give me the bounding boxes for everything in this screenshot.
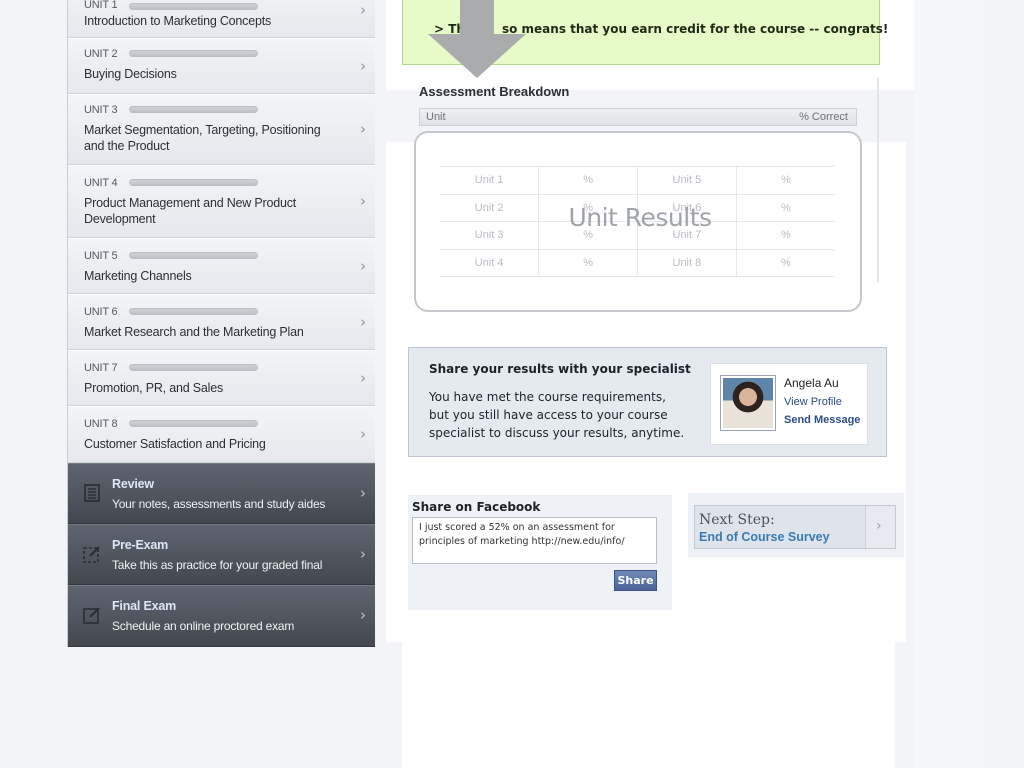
table-cell: % (538, 166, 638, 195)
chevron-right-icon: › (360, 545, 366, 563)
next-step-panel: Next Step: End of Course Survey › (688, 493, 904, 558)
sidebar-item-unit-5[interactable]: UNIT 5 Marketing Channels › (68, 238, 375, 294)
sidebar-item-pre-exam[interactable]: Pre-Exam Take this as practice for your … (68, 524, 375, 585)
table-cell: % (538, 248, 638, 277)
sidebar-item-unit-6[interactable]: UNIT 6 Market Research and the Marketing… (68, 294, 375, 350)
table-cell: % (736, 248, 835, 277)
facebook-share-panel: Share on Facebook I just scored a 52% on… (408, 495, 672, 610)
sidebar-item-unit-3[interactable]: UNIT 3 Market Segmentation, Targeting, P… (68, 94, 375, 165)
unit-progress-bar (129, 106, 258, 113)
table-cell: Unit 8 (637, 248, 737, 277)
unit-tag: UNIT 2 (84, 48, 118, 60)
unit-tag: UNIT 8 (84, 418, 118, 430)
chevron-right-icon: › (360, 313, 366, 331)
avatar[interactable] (720, 375, 776, 431)
chevron-right-icon: › (360, 57, 366, 75)
column-percent-correct: % Correct (799, 111, 848, 123)
chevron-right-icon: › (360, 606, 366, 624)
unit-title: Market Segmentation, Targeting, Position… (84, 123, 321, 153)
table-cell: Unit 4 (440, 248, 540, 277)
chevron-right-icon: › (360, 257, 366, 275)
table-cell: Unit 1 (440, 166, 540, 195)
sidebar-item-unit-1[interactable]: UNIT 1 Introduction to Marketing Concept… (68, 0, 375, 38)
content-background-bottom (402, 642, 895, 768)
unit-title: Product Management and New Product Devel… (84, 196, 297, 226)
send-message-link[interactable]: Send Message (784, 414, 860, 426)
sidebar-item-unit-4[interactable]: UNIT 4 Product Management and New Produc… (68, 165, 375, 238)
chevron-right-icon: › (360, 484, 366, 502)
table-row: Unit 1 % Unit 5 % (440, 166, 835, 195)
chevron-right-icon: › (360, 192, 366, 210)
view-profile-link[interactable]: View Profile (784, 396, 842, 408)
down-arrow-icon (428, 0, 526, 78)
pre-exam-subtitle: Take this as practice for your graded fi… (112, 558, 323, 572)
pre-exam-title: Pre-Exam (112, 538, 169, 552)
unit-tag: UNIT 3 (84, 104, 118, 116)
sidebar-item-review[interactable]: Review Your notes, assessments and study… (68, 463, 375, 524)
right-gutter (914, 0, 984, 768)
specialist-body: You have met the course requirements, bu… (429, 390, 685, 440)
unit-tag: UNIT 7 (84, 362, 118, 374)
unit-progress-bar (129, 179, 258, 186)
unit-tag: UNIT 4 (84, 177, 118, 189)
specialist-card: Angela Au View Profile Send Message (710, 363, 868, 445)
unit-progress-bar (129, 50, 258, 57)
unit-title: Introduction to Marketing Concepts (84, 14, 272, 28)
chevron-right-icon: › (360, 425, 366, 443)
unit-tag: UNIT 6 (84, 306, 118, 318)
unit-title: Buying Decisions (84, 67, 177, 81)
chevron-right-icon: › (876, 518, 882, 534)
unit-title: Customer Satisfaction and Pricing (84, 437, 266, 451)
table-cell: % (736, 166, 835, 195)
unit-results-overlay: Unit Results (568, 203, 712, 232)
chevron-right-icon: › (360, 1, 366, 19)
chevron-right-icon: › (360, 120, 366, 138)
unit-title: Promotion, PR, and Sales (84, 381, 224, 395)
unit-title: Market Research and the Marketing Plan (84, 325, 304, 339)
unit-progress-bar (129, 308, 258, 315)
notes-icon (84, 484, 100, 502)
specialist-title: Share your results with your specialist (429, 362, 691, 376)
column-unit: Unit (426, 111, 446, 123)
unit-progress-bar (129, 3, 258, 10)
table-row: Unit 4 % Unit 8 % (440, 248, 835, 277)
unit-progress-bar (129, 364, 258, 371)
review-title: Review (112, 477, 154, 491)
specialist-panel: Share your results with your specialist … (408, 347, 887, 457)
assessment-title: Assessment Breakdown (419, 84, 570, 99)
facebook-message-field[interactable]: I just scored a 52% on an assessment for… (412, 517, 657, 564)
edit-icon (83, 607, 100, 624)
next-step-button[interactable]: Next Step: End of Course Survey › (694, 505, 896, 549)
sidebar-item-unit-7[interactable]: UNIT 7 Promotion, PR, and Sales › (68, 350, 375, 406)
course-sidebar: UNIT 1 Introduction to Marketing Concept… (67, 0, 375, 647)
final-exam-title: Final Exam (112, 599, 176, 613)
unit-tag: UNIT 1 (84, 0, 118, 11)
unit-tag: UNIT 5 (84, 250, 118, 262)
congrats-text-end: so means that you earn credit for the co… (501, 22, 889, 36)
avatar-photo (723, 378, 773, 428)
chevron-right-icon: › (360, 369, 366, 387)
table-cell: Unit 5 (637, 166, 737, 195)
next-step-label: Next Step: (699, 512, 775, 528)
sidebar-item-unit-2[interactable]: UNIT 2 Buying Decisions › (68, 38, 375, 94)
assessment-header: Unit % Correct (419, 108, 857, 126)
unit-progress-bar (129, 420, 258, 427)
sidebar-item-final-exam[interactable]: Final Exam Schedule an online proctored … (68, 585, 375, 647)
review-subtitle: Your notes, assessments and study aides (112, 497, 326, 511)
facebook-title: Share on Facebook (412, 500, 541, 514)
share-button[interactable]: Share (614, 570, 657, 591)
next-step-link[interactable]: End of Course Survey (699, 530, 830, 544)
final-exam-subtitle: Schedule an online proctored exam (112, 619, 295, 633)
unit-title: Marketing Channels (84, 269, 192, 283)
sidebar-item-unit-8[interactable]: UNIT 8 Customer Satisfaction and Pricing… (68, 406, 375, 463)
dashed-edit-icon (83, 546, 100, 563)
specialist-name: Angela Au (784, 376, 839, 390)
unit-progress-bar (129, 252, 258, 259)
next-step-chevron-box[interactable]: › (865, 506, 895, 548)
